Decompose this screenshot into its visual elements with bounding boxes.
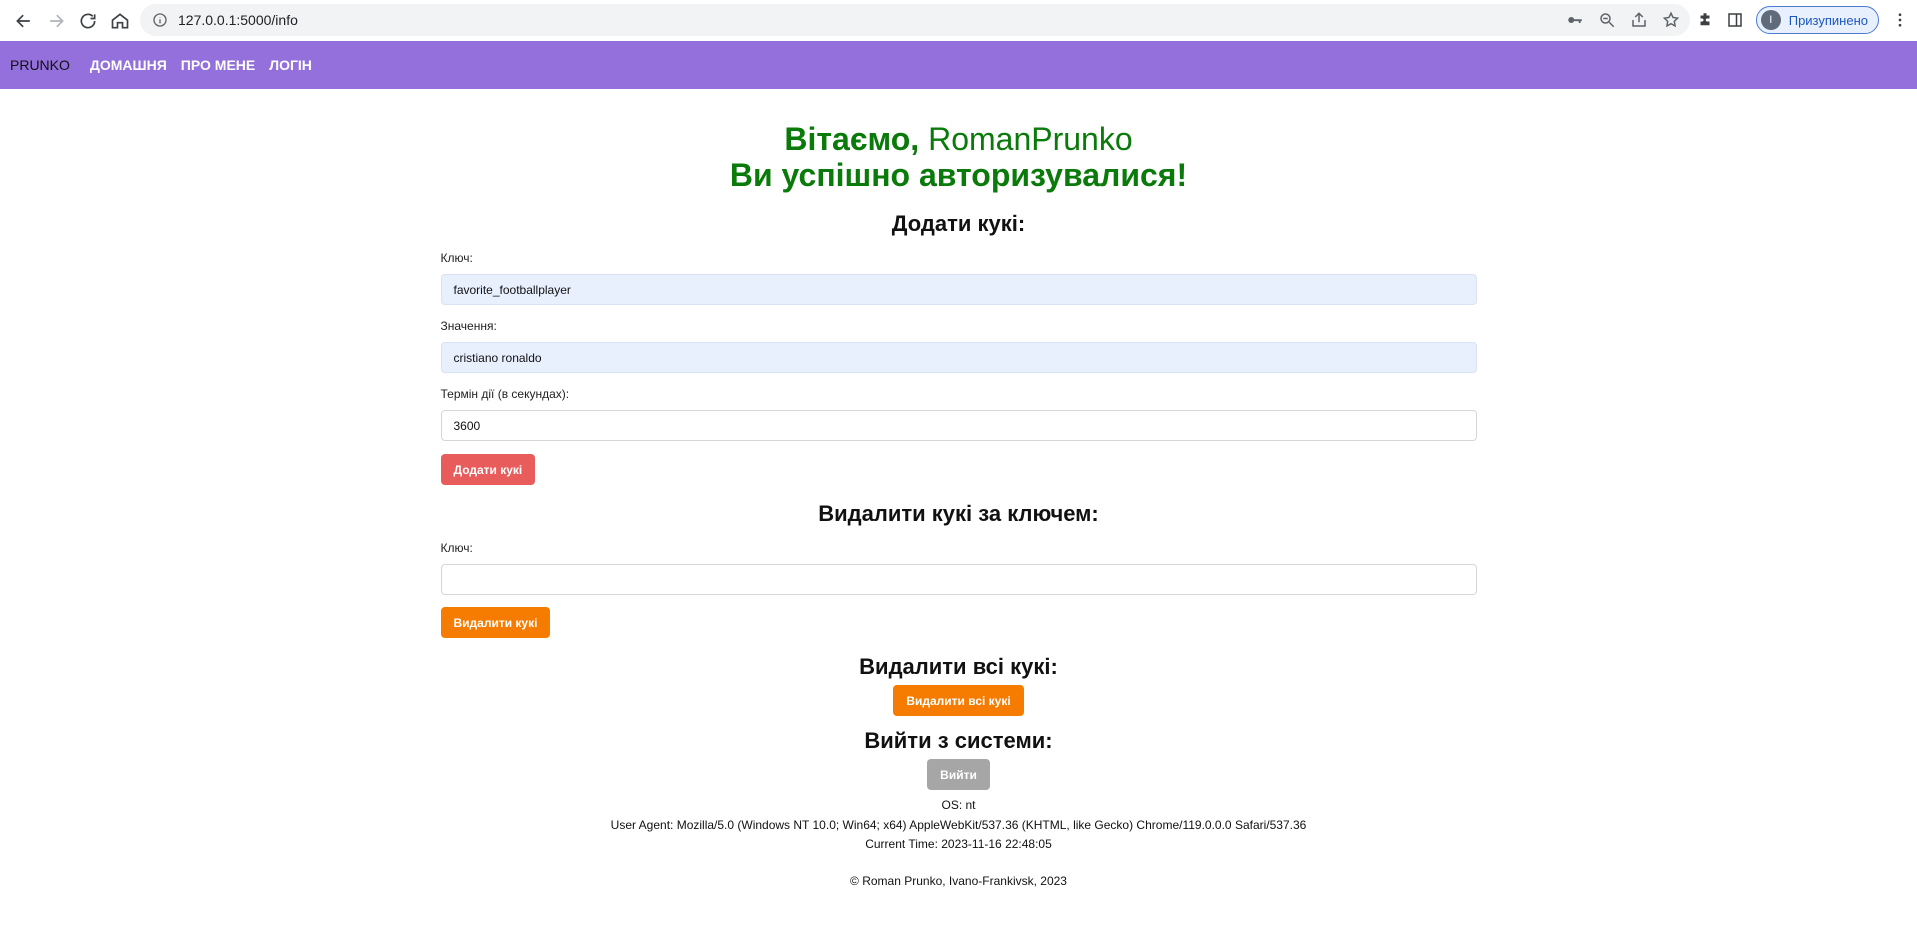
avatar: I [1760, 10, 1781, 30]
extensions-icon[interactable] [1696, 11, 1714, 29]
welcome-heading: Вітаємо, RomanPrunko Ви успішно авторизу… [0, 121, 1917, 193]
add-value-input[interactable]: cristiano ronaldo [440, 342, 1477, 373]
key-icon[interactable] [1566, 11, 1584, 29]
add-key-input[interactable]: favorite_footballplayer [440, 274, 1477, 305]
add-key-label: Ключ: [440, 251, 473, 265]
site-navbar: PRUNKO ДОМАШНЯ ПРО МЕНЕ ЛОГІН [0, 41, 1917, 89]
nav-link-home[interactable]: ДОМАШНЯ [90, 57, 167, 73]
reload-button[interactable] [72, 5, 104, 37]
back-button[interactable] [8, 5, 40, 37]
home-icon [111, 12, 129, 28]
main-content: Вітаємо, RomanPrunko Ви успішно авторизу… [0, 89, 1917, 888]
add-value-label: Значення: [440, 319, 497, 333]
greeting-text: Вітаємо, [784, 121, 929, 157]
footer-text: © Roman Prunko, Ivano-Frankivsk, 2023 [850, 873, 1067, 888]
delete-cookie-title: Видалити кукі за ключем: [818, 501, 1099, 526]
site-brand[interactable]: PRUNKO [10, 57, 70, 73]
logout-title: Вийти з системи: [864, 728, 1053, 753]
username-text: RomanPrunko [928, 121, 1133, 157]
arrow-left-icon [16, 14, 30, 27]
system-info: OS: nt User Agent: Mozilla/5.0 (Windows … [0, 796, 1917, 855]
nav-link-login[interactable]: ЛОГІН [269, 57, 312, 73]
delete-key-input[interactable] [440, 564, 1477, 595]
delete-cookie-button[interactable]: Видалити кукі [440, 607, 551, 638]
share-icon[interactable] [1630, 11, 1648, 29]
url-text[interactable]: 127.0.0.1:5000/info [178, 12, 298, 28]
current-time-info: Current Time: 2023-11-16 22:48:05 [865, 837, 1052, 851]
user-agent-info: User Agent: Mozilla/5.0 (Windows NT 10.0… [610, 817, 1307, 832]
delete-key-label: Ключ: [440, 541, 473, 555]
profile-label: Призупинено [1788, 12, 1868, 28]
success-message: Ви успішно авторизувалися! [729, 157, 1188, 193]
side-panel-icon[interactable] [1726, 11, 1744, 29]
forward-button[interactable] [40, 5, 72, 37]
profile-button[interactable]: I Призупинено [1755, 6, 1879, 34]
address-bar[interactable]: 127.0.0.1:5000/info [140, 4, 1690, 36]
logout-button[interactable]: Вийти [927, 759, 990, 790]
kebab-menu-icon[interactable] [1891, 11, 1909, 29]
browser-toolbar: 127.0.0.1:5000/info I Призупинено [0, 0, 1917, 41]
arrow-right-icon [50, 14, 64, 27]
nav-link-about[interactable]: ПРО МЕНЕ [181, 57, 255, 73]
add-cookie-button[interactable]: Додати кукі [440, 454, 536, 485]
delete-all-button[interactable]: Видалити всі кукі [893, 685, 1024, 716]
site-info-icon[interactable] [152, 12, 168, 28]
home-button[interactable] [104, 5, 136, 37]
reload-icon [80, 13, 96, 29]
add-cookie-title: Додати кукі: [891, 211, 1026, 236]
os-info: OS: nt [941, 798, 976, 812]
star-icon[interactable] [1662, 11, 1680, 29]
zoom-icon[interactable] [1598, 11, 1616, 29]
delete-all-title: Видалити всі кукі: [859, 654, 1058, 679]
cookie-forms: Додати кукі: Ключ: favorite_footballplay… [440, 211, 1477, 790]
ttl-label: Термін дії (в секундах): [440, 387, 570, 401]
ttl-input[interactable]: 3600 [440, 410, 1477, 441]
